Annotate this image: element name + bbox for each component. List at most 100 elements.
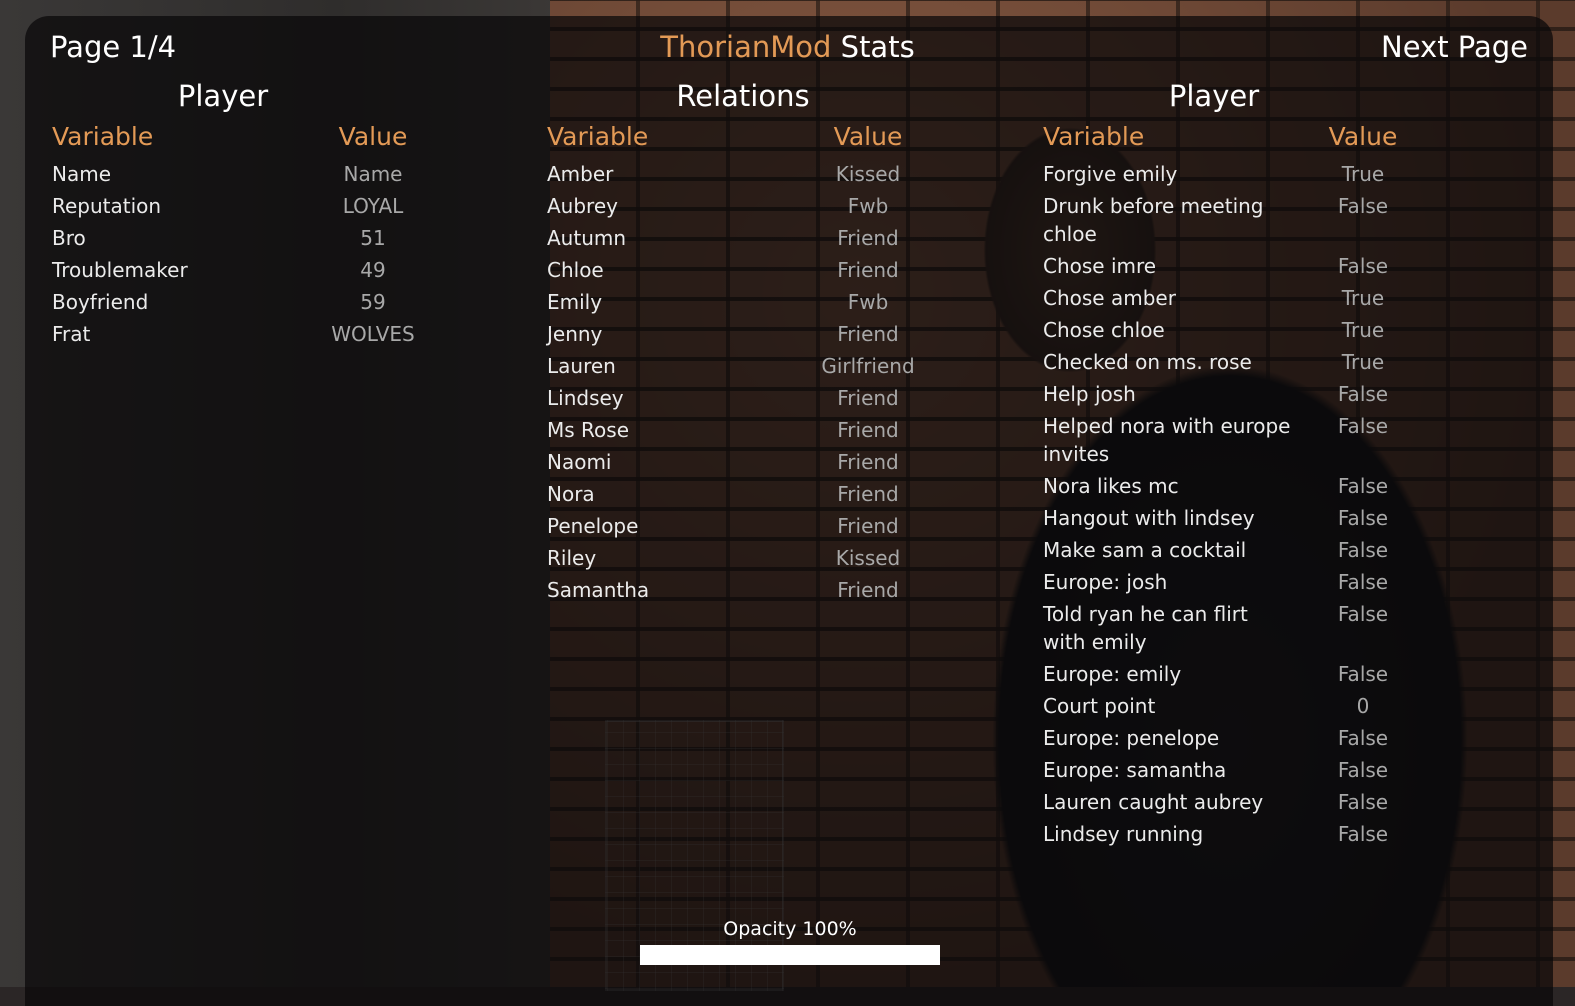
row-value: Fwb	[847, 290, 889, 314]
row-value: False	[1337, 602, 1389, 626]
row-variable: Reputation	[52, 194, 162, 218]
table-row: Reputation LOYAL	[52, 190, 512, 222]
table-row: Nora likes mc False	[1043, 470, 1513, 502]
row-value: Friend	[837, 258, 899, 282]
row-value: True	[1341, 318, 1385, 342]
table-row: Aubrey Fwb	[547, 190, 1007, 222]
row-value: 59	[360, 290, 386, 314]
row-value: False	[1337, 382, 1389, 406]
row-variable: Nora	[547, 482, 595, 506]
table-row: Penelope Friend	[547, 510, 1007, 542]
row-variable: Lauren	[547, 354, 616, 378]
opacity-slider-fill[interactable]	[640, 945, 940, 965]
row-value: 49	[360, 258, 386, 282]
column-header-variable: Variable	[547, 122, 649, 151]
row-variable: Chose amber	[1043, 286, 1176, 310]
row-variable: Boyfriend	[52, 290, 149, 314]
row-value: Friend	[837, 322, 899, 346]
table-row: Samantha Friend	[547, 574, 1007, 606]
table-row: Helped nora with europe invites False	[1043, 410, 1513, 470]
row-value: False	[1337, 538, 1389, 562]
column-header-row: Variable Value	[547, 118, 1007, 158]
row-variable: Chloe	[547, 258, 604, 282]
table-row: Told ryan he can flirt with emily False	[1043, 598, 1513, 658]
table-row: Name Name	[52, 158, 512, 190]
table-row: Lindsey running False	[1043, 818, 1513, 850]
row-value: False	[1337, 506, 1389, 530]
row-value: False	[1337, 194, 1389, 218]
flags-rows: Forgive emily True Drunk before meeting ch…	[1043, 158, 1513, 850]
row-value: False	[1337, 254, 1389, 278]
row-value: False	[1337, 474, 1389, 498]
opacity-label: Opacity 100%	[723, 918, 857, 940]
row-value: Friend	[837, 418, 899, 442]
row-variable: Samantha	[547, 578, 650, 602]
row-variable: Lindsey running	[1043, 822, 1204, 846]
row-value: True	[1341, 162, 1385, 186]
overlay-title: ThorianMod Stats	[0, 30, 1575, 64]
row-variable: Frat	[52, 322, 91, 346]
row-value: Friend	[837, 514, 899, 538]
table-row: Troublemaker 49	[52, 254, 512, 286]
row-value: False	[1337, 726, 1389, 750]
row-variable: Forgive emily	[1043, 162, 1178, 186]
player-flags-section: Player Variable Value Forgive emily True D…	[1043, 76, 1513, 850]
table-row: Chose chloe True	[1043, 314, 1513, 346]
row-variable: Troublemaker	[52, 258, 188, 282]
row-variable: Nora likes mc	[1043, 474, 1179, 498]
next-page-button[interactable]: Next Page	[1381, 30, 1528, 64]
column-header-value: Value	[833, 122, 903, 151]
row-variable: Chose imre	[1043, 254, 1157, 278]
table-row: Chose amber True	[1043, 282, 1513, 314]
player-rows: Name Name Reputation LOYAL Bro 51 Troublemaker…	[52, 158, 512, 350]
table-row: Bro 51	[52, 222, 512, 254]
table-row: Emily Fwb	[547, 286, 1007, 318]
column-header-row: Variable Value	[1043, 118, 1513, 158]
table-row: Court point 0	[1043, 690, 1513, 722]
row-value: Friend	[837, 450, 899, 474]
opacity-slider[interactable]	[640, 945, 940, 965]
row-variable: Bro	[52, 226, 86, 250]
table-row: Europe: josh False	[1043, 566, 1513, 598]
table-row: Riley Kissed	[547, 542, 1007, 574]
table-row: Boyfriend 59	[52, 286, 512, 318]
row-variable: Court point	[1043, 694, 1156, 718]
row-variable: Helped nora with europe invites	[1043, 414, 1291, 466]
row-variable: Naomi	[547, 450, 612, 474]
row-variable: Autumn	[547, 226, 627, 250]
row-variable: Told ryan he can flirt with emily	[1043, 602, 1248, 654]
row-variable: Hangout with lindsey	[1043, 506, 1255, 530]
column-header-variable: Variable	[1043, 122, 1145, 151]
column-header-variable: Variable	[52, 122, 154, 151]
row-value: False	[1337, 790, 1389, 814]
player-section: Player Variable Value Name Name Reputation…	[52, 76, 512, 350]
column-header-row: Variable Value	[52, 118, 512, 158]
row-variable: Emily	[547, 290, 603, 314]
row-variable: Make sam a cocktail	[1043, 538, 1247, 562]
row-variable: Lindsey	[547, 386, 624, 410]
table-row: Lauren Girlfriend	[547, 350, 1007, 382]
row-value: False	[1337, 570, 1389, 594]
title-mod-name: ThorianMod	[660, 30, 832, 64]
row-value: Friend	[837, 578, 899, 602]
row-variable: Chose chloe	[1043, 318, 1165, 342]
row-value: Friend	[837, 386, 899, 410]
table-row: Drunk before meeting chloe False	[1043, 190, 1513, 250]
row-variable: Riley	[547, 546, 597, 570]
row-value: Name	[343, 162, 403, 186]
row-variable: Name	[52, 162, 112, 186]
row-variable: Europe: penelope	[1043, 726, 1220, 750]
row-value: 0	[1356, 694, 1370, 718]
row-value: True	[1341, 286, 1385, 310]
table-row: Ms Rose Friend	[547, 414, 1007, 446]
row-variable: Checked on ms. rose	[1043, 350, 1252, 374]
row-variable: Aubrey	[547, 194, 618, 218]
table-row: Europe: penelope False	[1043, 722, 1513, 754]
row-variable: Europe: samantha	[1043, 758, 1227, 782]
table-row: Chloe Friend	[547, 254, 1007, 286]
row-value: False	[1337, 822, 1389, 846]
section-title: Player	[1168, 79, 1260, 113]
row-value: False	[1337, 758, 1389, 782]
row-variable: Europe: emily	[1043, 662, 1182, 686]
row-variable: Penelope	[547, 514, 639, 538]
